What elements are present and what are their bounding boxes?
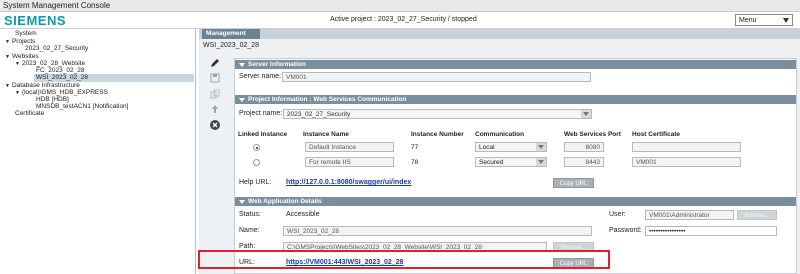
- column-header-host-certificate: Host Certificate: [632, 131, 681, 138]
- url-highlight-frame: [198, 250, 610, 269]
- tree-node-system[interactable]: System: [15, 30, 37, 38]
- linked-instance-radio[interactable]: [253, 144, 260, 151]
- password-field[interactable]: ••••••••••••••••: [645, 226, 777, 236]
- tab-management[interactable]: Management: [202, 29, 260, 39]
- siemens-logo: SIEMENS: [4, 13, 67, 28]
- copy-help-url-button[interactable]: Copy URL: [553, 178, 594, 188]
- password-label: Password:: [609, 227, 642, 234]
- chevron-down-icon: [536, 158, 546, 166]
- close-icon[interactable]: [209, 119, 221, 131]
- path-label: Path:: [239, 243, 256, 250]
- tab-bar: Management: [199, 29, 800, 39]
- expand-triangle-icon[interactable]: ▼: [15, 61, 20, 67]
- collapse-triangle-icon: [239, 200, 245, 204]
- pencil-icon[interactable]: [209, 57, 221, 69]
- host-certificate-field[interactable]: VM001: [632, 157, 741, 167]
- instance-name-field[interactable]: Default Instance: [305, 142, 394, 152]
- section-web-application-details[interactable]: Web Application Details: [235, 197, 796, 206]
- linked-instance-radio[interactable]: [253, 159, 260, 166]
- instance-number: 77: [411, 144, 419, 151]
- tree-node-certificate[interactable]: Certificate: [15, 110, 44, 118]
- column-header-web-services-port: Web Services Port: [564, 131, 621, 138]
- host-certificate-field[interactable]: [632, 142, 741, 152]
- column-header-instance-name: Instance Name: [303, 131, 349, 138]
- project-name-dropdown[interactable]: 2023_02_27_Security: [283, 109, 592, 119]
- menu-dropdown[interactable]: Menu: [735, 14, 793, 26]
- column-header-linked-instance: Linked Instance: [238, 131, 288, 138]
- user-browse-button[interactable]: Browse...: [737, 210, 777, 220]
- upload-icon[interactable]: [209, 103, 221, 115]
- name-label: Name:: [239, 227, 260, 234]
- main-panel: Server Information Server name: VM001 Pr…: [234, 58, 797, 274]
- expand-triangle-icon[interactable]: ▼: [5, 39, 10, 45]
- chevron-down-icon: [536, 143, 546, 151]
- section-server-information[interactable]: Server Information: [235, 60, 796, 69]
- chevron-down-icon: [783, 18, 789, 23]
- section-project-information[interactable]: Project Information : Web Services Commu…: [235, 95, 796, 104]
- tree-node-mnsdb[interactable]: MNSDB_testACN1 [Notification]: [36, 103, 128, 111]
- collapse-triangle-icon: [239, 63, 245, 67]
- communication-dropdown[interactable]: Local: [475, 142, 547, 152]
- column-header-instance-number: Instance Number: [411, 131, 464, 138]
- right-pane: Management WSI_2023_02_28 Server Informa…: [199, 29, 800, 274]
- active-project-status: Active project : 2023_02_27_Security / s…: [330, 16, 477, 23]
- status-label: Status:: [239, 211, 261, 218]
- web-services-port-field[interactable]: 8080: [564, 142, 604, 152]
- chevron-down-icon: [581, 110, 591, 118]
- status-value: Accessible: [286, 211, 320, 218]
- expand-triangle-icon[interactable]: ▼: [5, 54, 10, 60]
- object-path: WSI_2023_02_28: [203, 42, 260, 49]
- column-header-communication: Communication: [475, 131, 525, 138]
- server-name-label: Server name:: [239, 73, 282, 80]
- help-url-link[interactable]: http://127.0.0.1:8080/swagger/ui/index: [286, 179, 411, 186]
- menu-label: Menu: [739, 17, 757, 24]
- server-name-field[interactable]: VM001: [282, 72, 591, 82]
- web-services-port-field[interactable]: 8443: [564, 157, 604, 167]
- copy-icon[interactable]: [209, 88, 221, 100]
- user-label: User:: [609, 211, 626, 218]
- save-icon[interactable]: [209, 72, 221, 84]
- project-name-label: Project name:: [239, 110, 283, 117]
- instance-name-field[interactable]: For remote IIS: [305, 157, 394, 167]
- expand-triangle-icon[interactable]: ▼: [15, 90, 20, 96]
- expand-triangle-icon[interactable]: ▼: [5, 83, 10, 89]
- window-titlebar: System Management Console: [0, 0, 800, 12]
- sidebar: System ▼ Projects 2023_02_27_Security ▼ We…: [0, 29, 196, 274]
- collapse-triangle-icon: [239, 98, 245, 102]
- tree-node-wsi-selected[interactable]: WSI_2023_02_28: [34, 74, 194, 82]
- user-field[interactable]: VM001\Administrator: [645, 210, 734, 220]
- instance-number: 78: [411, 159, 419, 166]
- communication-dropdown[interactable]: Secured: [475, 157, 547, 167]
- name-field[interactable]: WSI_2023_02_28: [283, 226, 592, 236]
- help-url-label: Help URL:: [239, 179, 272, 186]
- app-header: SIEMENS Active project : 2023_02_27_Secu…: [0, 12, 800, 29]
- tree-node-project-security[interactable]: 2023_02_27_Security: [25, 45, 88, 53]
- window-title: System Management Console: [3, 1, 111, 10]
